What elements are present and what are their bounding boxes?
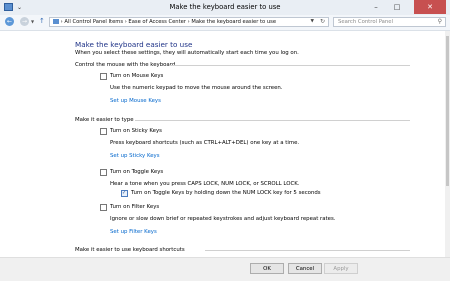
breadcrumb-separator[interactable]: › [125, 19, 127, 25]
checkmark-icon: ✓ [122, 190, 127, 196]
dialog-footer: OK Cancel Apply [0, 257, 450, 281]
recent-pages-icon[interactable]: ▼ [31, 19, 34, 24]
breadcrumb-current-page[interactable]: Make the keyboard easier to use [191, 19, 276, 25]
section-heading-shortcuts: Make it easier to use keyboard shortcuts [75, 247, 185, 253]
sticky-keys-checkbox[interactable] [100, 128, 107, 135]
apply-button[interactable]: Apply [324, 263, 358, 274]
toggle-keys-checkbox[interactable] [100, 169, 107, 176]
mouse-keys-description: Use the numeric keypad to move the mouse… [110, 85, 283, 91]
toggle-keys-label[interactable]: Turn on Toggle Keys [110, 169, 163, 175]
forward-button[interactable]: → [20, 17, 29, 26]
navigation-bar: ← → ▼ ↑ › All Control Panel Items › Ease… [0, 15, 450, 31]
breadcrumb-separator[interactable]: › [188, 19, 190, 25]
section-divider [135, 120, 410, 121]
sticky-keys-description: Press keyboard shortcuts (such as CTRL+A… [110, 140, 300, 146]
page-subtitle: When you select these settings, they wil… [75, 50, 299, 56]
set-up-mouse-keys-link[interactable]: Set up Mouse Keys [110, 98, 161, 104]
breadcrumb-separator: › [60, 19, 63, 25]
filter-keys-label[interactable]: Turn on Filter Keys [110, 204, 159, 210]
filter-keys-description: Ignore or slow down brief or repeated ke… [110, 216, 336, 222]
toggle-keys-description: Hear a tone when you press CAPS LOCK, NU… [110, 181, 300, 187]
title-bar: ⌄ Make the keyboard easier to use – □ ✕ [0, 0, 450, 16]
section-heading-typing: Make it easier to type [75, 117, 134, 123]
set-up-filter-keys-link[interactable]: Set up Filter Keys [110, 229, 157, 235]
search-input[interactable]: Search Control Panel ⚲ [333, 17, 446, 27]
minimize-button[interactable]: – [366, 0, 386, 14]
vertical-scrollbar[interactable] [445, 31, 450, 257]
up-button[interactable]: ↑ [39, 17, 45, 25]
main-content: Make the keyboard easier to use When you… [0, 31, 445, 257]
toggle-keys-numlock-label[interactable]: Turn on Toggle Keys by holding down the … [131, 190, 321, 196]
breadcrumb-all-items[interactable]: All Control Panel Items [64, 19, 123, 25]
address-dropdown-icon[interactable]: ▼ [311, 19, 314, 24]
maximize-button[interactable]: □ [387, 0, 407, 14]
refresh-icon[interactable]: ↻ [320, 18, 325, 25]
control-panel-small-icon [53, 19, 59, 24]
set-up-sticky-keys-link[interactable]: Set up Sticky Keys [110, 153, 160, 159]
search-placeholder: Search Control Panel [338, 19, 394, 25]
section-divider [205, 250, 410, 251]
scrollbar-thumb[interactable] [446, 36, 449, 186]
breadcrumb: › All Control Panel Items › Ease of Acce… [53, 19, 276, 25]
ok-button[interactable]: OK [250, 263, 284, 274]
close-button[interactable]: ✕ [414, 0, 446, 14]
sticky-keys-label[interactable]: Turn on Sticky Keys [110, 128, 162, 134]
toggle-keys-numlock-checkbox[interactable]: ✓ [121, 190, 128, 197]
address-bar[interactable]: › All Control Panel Items › Ease of Acce… [49, 17, 329, 27]
mouse-keys-checkbox[interactable] [100, 73, 107, 80]
section-divider [170, 65, 410, 66]
back-button[interactable]: ← [5, 17, 14, 26]
cancel-button[interactable]: Cancel [288, 263, 322, 274]
breadcrumb-ease-of-access[interactable]: Ease of Access Center [128, 19, 186, 25]
search-icon[interactable]: ⚲ [438, 18, 442, 25]
page-title: Make the keyboard easier to use [75, 40, 193, 49]
section-heading-mouse: Control the mouse with the keyboard [75, 62, 176, 68]
mouse-keys-label[interactable]: Turn on Mouse Keys [110, 73, 163, 79]
filter-keys-checkbox[interactable] [100, 204, 107, 211]
